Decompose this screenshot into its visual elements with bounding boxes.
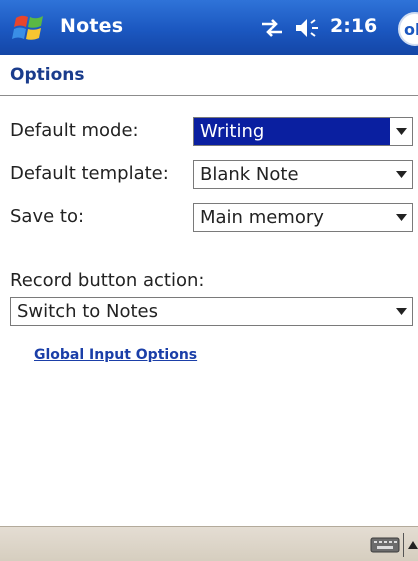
global-input-options-link[interactable]: Global Input Options bbox=[34, 347, 197, 363]
ok-button[interactable]: ok bbox=[398, 12, 418, 46]
chevron-down-icon[interactable] bbox=[390, 298, 412, 325]
default-mode-label: Default mode: bbox=[10, 120, 139, 141]
ok-button-label: ok bbox=[404, 19, 418, 39]
sip-divider bbox=[403, 533, 404, 557]
page-title: Options bbox=[10, 65, 85, 85]
clock[interactable]: 2:16 bbox=[330, 15, 377, 37]
record-button-action-label: Record button action: bbox=[10, 270, 205, 291]
chevron-down-icon[interactable] bbox=[390, 204, 412, 231]
default-template-value: Blank Note bbox=[200, 164, 299, 185]
sip-arrow-icon[interactable] bbox=[408, 541, 418, 549]
app-title: Notes bbox=[60, 15, 124, 37]
chevron-down-icon[interactable] bbox=[390, 161, 412, 188]
windows-start-icon[interactable] bbox=[12, 12, 46, 44]
save-to-value: Main memory bbox=[200, 207, 324, 228]
default-template-label: Default template: bbox=[10, 163, 169, 184]
menu-bar bbox=[0, 526, 418, 561]
record-button-action-value: Switch to Notes bbox=[17, 301, 159, 322]
default-template-dropdown[interactable]: Blank Note bbox=[193, 160, 413, 189]
record-button-action-dropdown[interactable]: Switch to Notes bbox=[10, 297, 413, 326]
save-to-dropdown[interactable]: Main memory bbox=[193, 203, 413, 232]
default-mode-dropdown[interactable]: Writing bbox=[193, 117, 413, 146]
save-to-label: Save to: bbox=[10, 206, 85, 227]
options-header: Options bbox=[0, 55, 418, 96]
volume-icon[interactable] bbox=[294, 16, 324, 40]
chevron-down-icon[interactable] bbox=[390, 118, 412, 145]
connectivity-icon[interactable] bbox=[258, 17, 286, 39]
keyboard-icon[interactable] bbox=[370, 537, 400, 553]
default-mode-value: Writing bbox=[194, 118, 390, 145]
title-bar: Notes 2:16 ok bbox=[0, 0, 418, 55]
